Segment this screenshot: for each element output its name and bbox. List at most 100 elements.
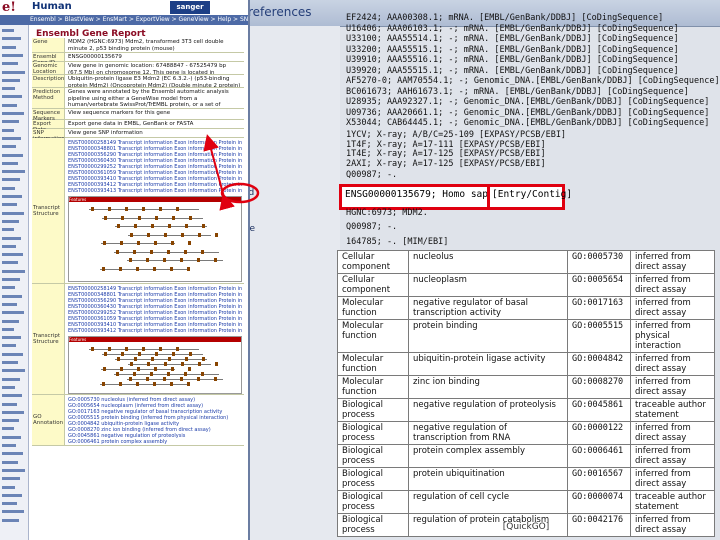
transcript-structure-diagram[interactable]: Features: [68, 196, 242, 282]
sidebar-link[interactable]: [2, 452, 23, 456]
sidebar-link[interactable]: [2, 103, 17, 107]
embl-xref-line[interactable]: EF2424; AAA00308.1; mRNA. [EMBL/GenBank/…: [346, 13, 663, 23]
sidebar-link[interactable]: [2, 336, 21, 340]
sidebar-link[interactable]: [2, 460, 18, 464]
sidebar-link[interactable]: [2, 402, 17, 406]
embl-xref-line[interactable]: AF5270-0; AAM70554.1; -; Genomic_DNA.[EM…: [346, 76, 720, 86]
sidebar-link[interactable]: [2, 419, 19, 423]
go-id[interactable]: GO:0006461: [567, 444, 631, 468]
embl-xref-line[interactable]: U39920; AAA55515.1; -; mRNA. [EMBL/GenBa…: [346, 66, 679, 76]
sidebar-link[interactable]: [2, 493, 22, 497]
sidebar-link[interactable]: [2, 236, 21, 240]
embl-xref-line[interactable]: U28935; AAA92327.1; -; Genomic_DNA.[EMBL…: [346, 97, 709, 107]
report-row-value[interactable]: MDM2 (HGNC:6973) Mdm2, transformed 3T3 c…: [68, 39, 242, 52]
go-id[interactable]: GO:0004842: [567, 352, 631, 376]
sidebar-link[interactable]: [2, 203, 17, 207]
transcript-link-line[interactable]: ENST00000393412 Transcript information E…: [68, 328, 242, 334]
sidebar-link[interactable]: [2, 95, 22, 99]
sidebar-link[interactable]: [2, 311, 24, 315]
sidebar-link[interactable]: [2, 228, 14, 232]
report-row-value[interactable]: Export gene data in EMBL, GenBank or FAS…: [68, 121, 242, 128]
sidebar-link[interactable]: [2, 53, 23, 57]
sidebar-link[interactable]: [2, 261, 18, 265]
sidebar-link[interactable]: [2, 352, 23, 356]
sidebar-link[interactable]: [2, 485, 15, 489]
pdb-xref-line[interactable]: 1T4F; X-ray; A=17-111 [EXPASY/PCSB/EBI]: [346, 140, 546, 150]
report-row-value[interactable]: Genes were annotated by the Ensembl auto…: [68, 89, 242, 108]
embl-xref-line[interactable]: X53044; CAB64445.1; -; Genomic_DNA.[EMBL…: [346, 118, 709, 128]
go-id[interactable]: GO:0005730: [567, 250, 631, 274]
embl-xref-line[interactable]: U09736; AAA20661.1; -; Genomic_DNA.[EMBL…: [346, 108, 709, 118]
go-id[interactable]: GO:0000122: [567, 421, 631, 445]
transcript-link-line[interactable]: GO:0006461 protein complex assembly: [68, 439, 242, 445]
sidebar-link[interactable]: [2, 394, 22, 398]
mim-line[interactable]: 164785; -. [MIM/EBI]: [346, 237, 448, 247]
sidebar-link[interactable]: [2, 45, 16, 49]
embl-xref-line[interactable]: U33200; AAA55515.1; -; mRNA. [EMBL/GenBa…: [346, 45, 679, 55]
entry-contig-link[interactable]: [Entry/Contig]: [492, 189, 572, 200]
sidebar-link[interactable]: [2, 327, 14, 331]
sidebar-link[interactable]: [2, 410, 24, 414]
transcript-structure-diagram[interactable]: Features: [68, 336, 242, 394]
go-id[interactable]: GO:0000074: [567, 490, 631, 514]
ensembl-nav-bar[interactable]: Ensembl > BlastView > EnsMart > ExportVi…: [0, 15, 248, 25]
sidebar-link[interactable]: [2, 145, 16, 149]
ensembl-logo[interactable]: e!: [2, 0, 16, 15]
sidebar-link[interactable]: [2, 369, 25, 373]
report-row-value[interactable]: View gene SNP information: [68, 130, 242, 137]
pdb-xref-line[interactable]: 2AXI; X-ray; A=17-125 [EXPASY/PCSB/EBI]: [346, 159, 546, 169]
sidebar-link[interactable]: [2, 29, 14, 32]
sidebar-link[interactable]: [2, 435, 21, 439]
sidebar-link[interactable]: [2, 294, 22, 298]
sidebar-link[interactable]: [2, 70, 25, 74]
pdb-xref-line[interactable]: 1T4E; X-ray; A=17-125 [EXPASY/PCSB/EBI]: [346, 149, 546, 159]
report-row-value[interactable]: View gene in genomic location: 67488847 …: [68, 63, 242, 74]
go-id[interactable]: GO:0005654: [567, 273, 631, 297]
report-row-value[interactable]: ENSG00000135679: [68, 54, 242, 61]
sidebar-link[interactable]: [2, 37, 21, 41]
sidebar-link[interactable]: [2, 319, 19, 323]
sidebar-link[interactable]: [2, 361, 18, 364]
sidebar-link[interactable]: [2, 195, 22, 198]
sidebar-link[interactable]: [2, 286, 15, 290]
sidebar-link[interactable]: [2, 502, 17, 506]
sanger-logo[interactable]: sanger: [170, 1, 210, 14]
sidebar-link[interactable]: [2, 136, 21, 140]
sidebar-link[interactable]: [2, 477, 20, 481]
report-row-value[interactable]: Ubiquitin-protein ligase E3 Mdm2 (EC 6.3…: [68, 76, 242, 87]
sidebar-link[interactable]: [2, 62, 18, 66]
sidebar-link[interactable]: [2, 120, 19, 124]
sidebar-link[interactable]: [2, 244, 16, 248]
sidebar-link[interactable]: [2, 468, 25, 472]
sidebar-link[interactable]: [2, 269, 25, 273]
sidebar-link[interactable]: [2, 444, 16, 447]
sidebar-link[interactable]: [2, 427, 14, 431]
go-id[interactable]: GO:0016567: [567, 467, 631, 491]
pdb-xref-line[interactable]: 1YCV; X-ray; A/B/C=25-109 [EXPASY/PCSB/E…: [346, 130, 566, 140]
sidebar-link[interactable]: [2, 128, 14, 132]
sidebar-link[interactable]: [2, 87, 15, 91]
sidebar-link[interactable]: [2, 278, 20, 281]
sidebar-link[interactable]: [2, 153, 23, 157]
sidebar-link[interactable]: [2, 253, 23, 257]
sidebar-link[interactable]: [2, 178, 20, 182]
sidebar-link[interactable]: [2, 518, 19, 522]
sidebar-link[interactable]: [2, 78, 20, 82]
embl-xref-line[interactable]: U16406; AAA06103.1; -; mRNA. [EMBL/GenBa…: [346, 24, 679, 34]
go-id[interactable]: GO:0017163: [567, 296, 631, 320]
sidebar-link[interactable]: [2, 302, 17, 306]
report-row-value[interactable]: View sequence markers for this gene: [68, 110, 242, 119]
embl-xref-line[interactable]: U39910; AAA55516.1; -; mRNA. [EMBL/GenBa…: [346, 55, 679, 65]
sidebar-link[interactable]: [2, 161, 18, 165]
transcript-link-line[interactable]: ENST00000393413 Transcript information E…: [68, 188, 242, 194]
sidebar-link[interactable]: [2, 170, 25, 174]
sidebar-link[interactable]: [2, 211, 24, 215]
sidebar-link[interactable]: [2, 186, 15, 190]
embl-xref-line[interactable]: BC061673; AAH61673.1; -; mRNA. [EMBL/Gen…: [346, 87, 689, 97]
go-id[interactable]: GO:0045861: [567, 398, 631, 422]
sidebar-link[interactable]: [2, 112, 24, 115]
sidebar-link[interactable]: [2, 344, 16, 348]
sidebar-link[interactable]: [2, 377, 20, 381]
go-id[interactable]: GO:0008270: [567, 375, 631, 399]
sidebar-link[interactable]: [2, 385, 15, 389]
